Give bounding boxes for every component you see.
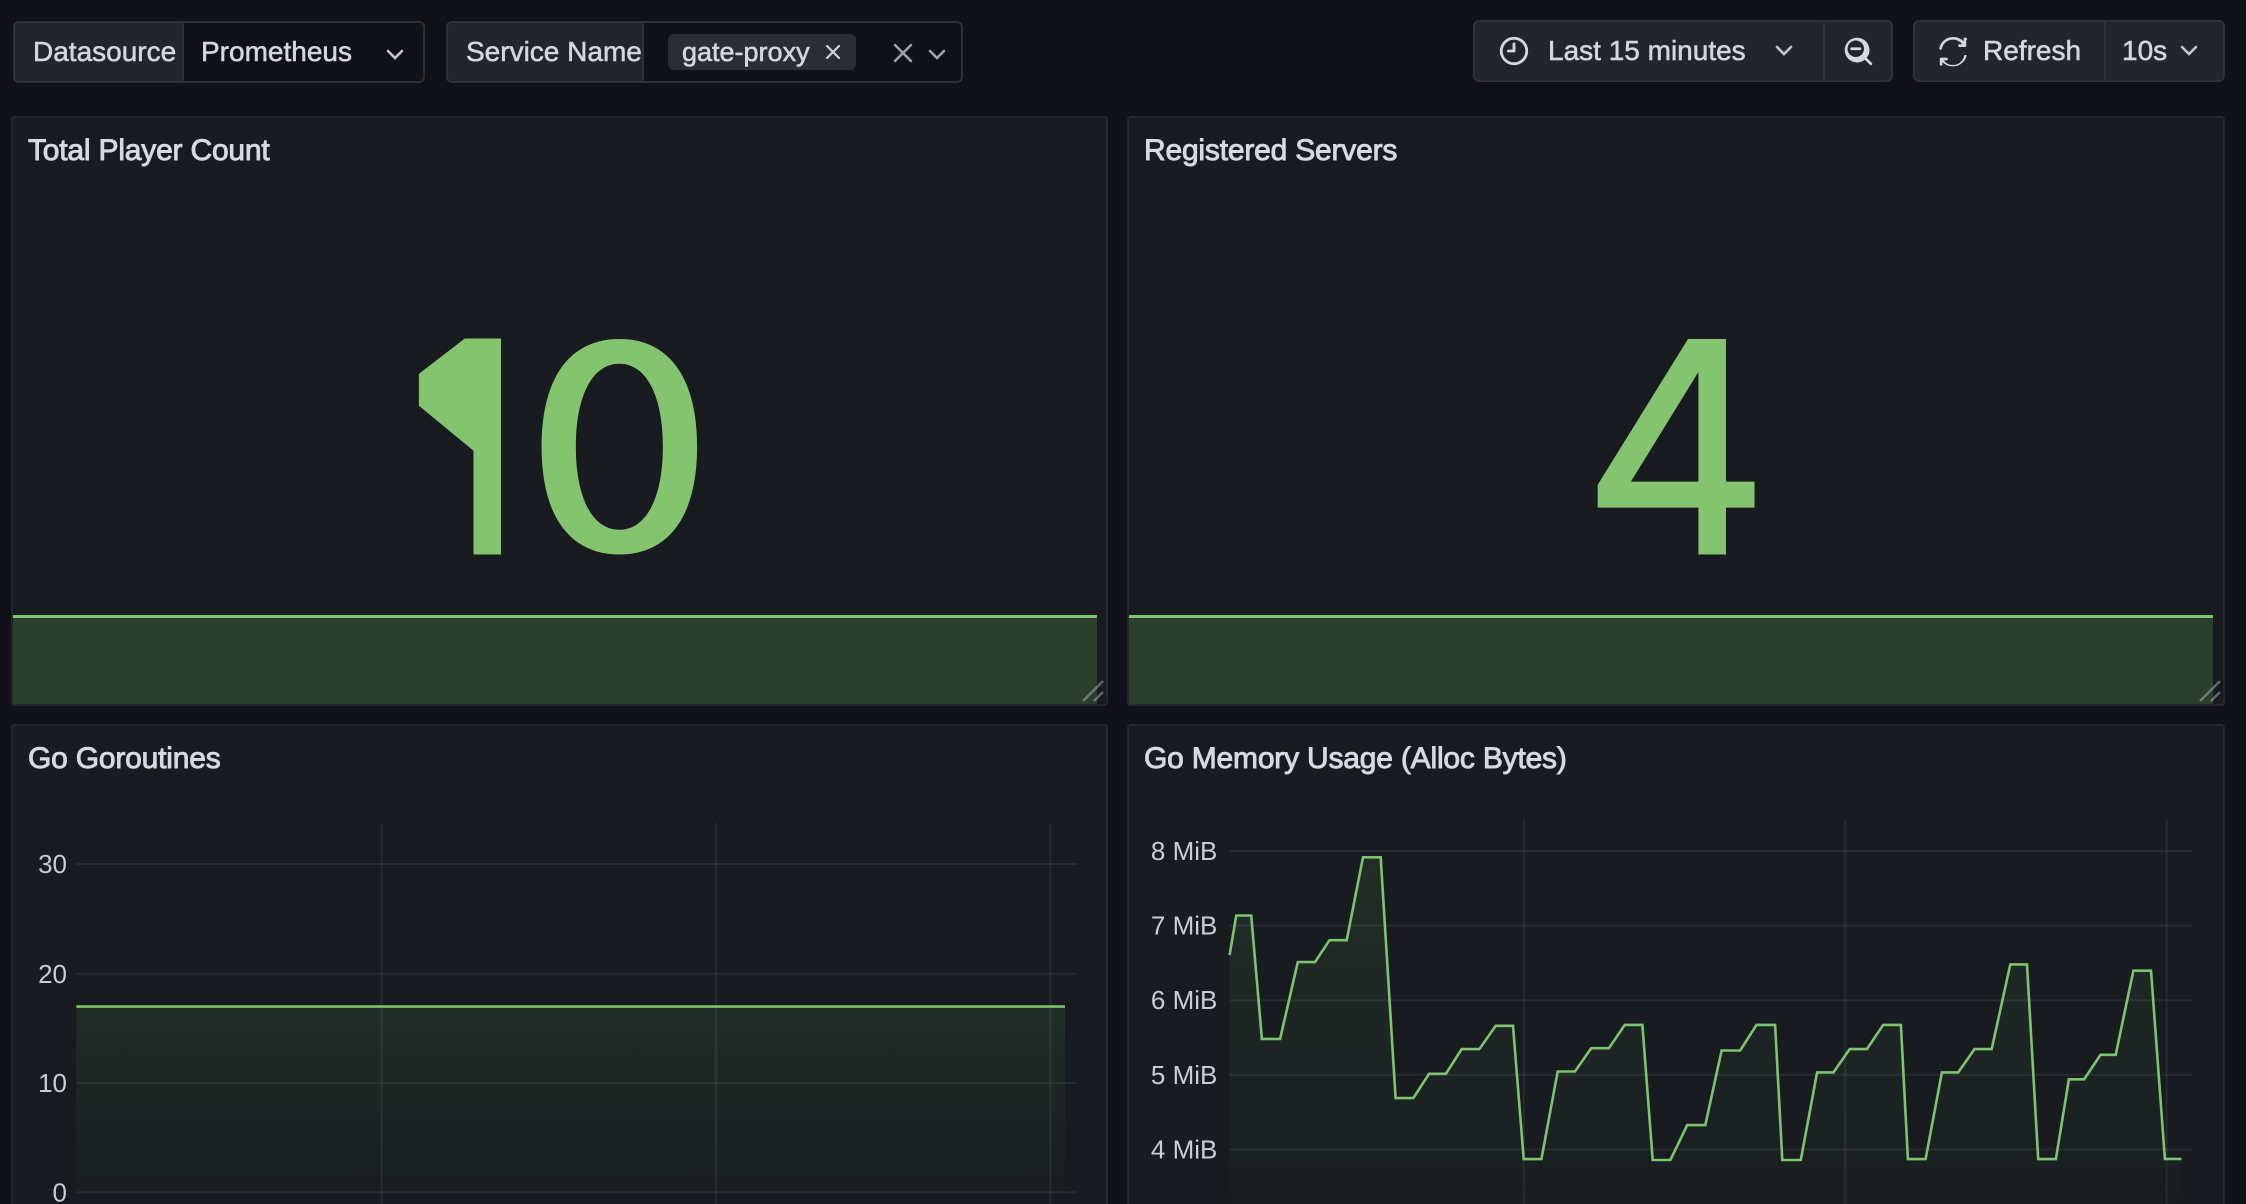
svg-text:30: 30	[38, 849, 67, 879]
svg-text:20: 20	[38, 959, 67, 989]
svg-text:4 MiB: 4 MiB	[1151, 1134, 1217, 1164]
svg-text:6 MiB: 6 MiB	[1151, 985, 1217, 1015]
svg-text:0: 0	[53, 1177, 67, 1204]
svg-text:7 MiB: 7 MiB	[1151, 911, 1217, 941]
svg-text:5 MiB: 5 MiB	[1151, 1060, 1217, 1090]
svg-text:8 MiB: 8 MiB	[1151, 836, 1217, 866]
svg-text:10: 10	[38, 1068, 67, 1098]
